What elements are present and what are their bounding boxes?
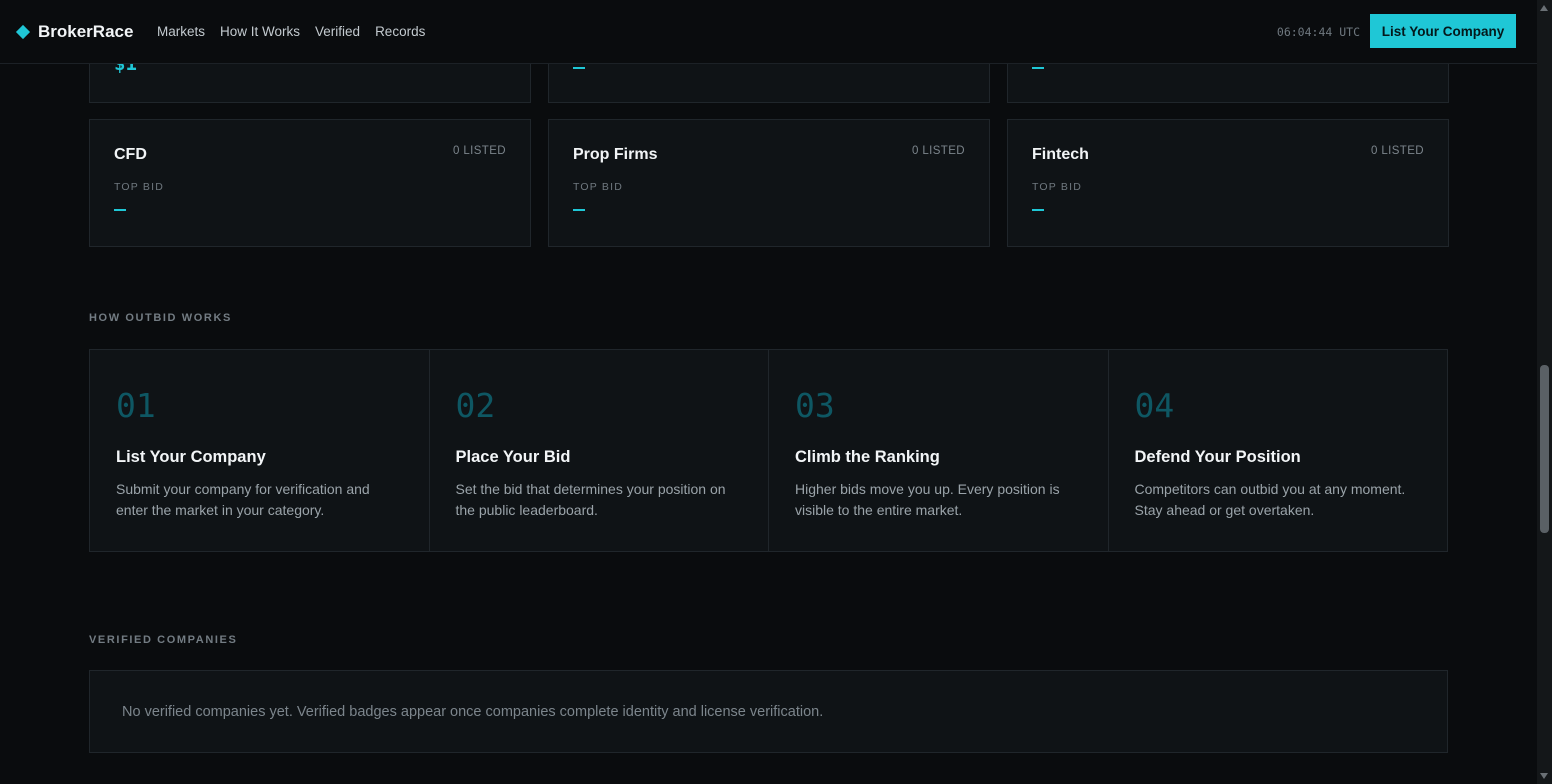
verified-companies-heading: VERIFIED COMPANIES (89, 634, 238, 646)
list-your-company-button[interactable]: List Your Company (1370, 14, 1516, 48)
vertical-scrollbar[interactable] (1537, 0, 1552, 784)
listed-count: 0 LISTED (911, 145, 965, 157)
step-title: Defend Your Position (1134, 448, 1301, 466)
step-description: Higher bids move you up. Every position … (795, 481, 1060, 518)
brand-name: BrokerRace (38, 22, 134, 41)
step-description: Set the bid that determines your positio… (455, 481, 726, 518)
top-bid-label: TOP BID (1032, 181, 1083, 193)
top-bid-label: TOP BID (573, 181, 624, 193)
step-card: 02 Place Your Bid Set the bid that deter… (430, 350, 769, 551)
step-description: Competitors can outbid you at any moment… (1134, 481, 1406, 518)
market-name: CFD (114, 146, 147, 163)
market-card-prop-firms[interactable]: Prop Firms 0 LISTED TOP BID (548, 119, 990, 247)
top-bid-empty-dash (1032, 209, 1044, 211)
market-card-fintech[interactable]: Fintech 0 LISTED TOP BID (1007, 119, 1449, 247)
nav-link-markets[interactable]: Markets (157, 24, 205, 39)
diamond-icon (15, 24, 31, 40)
utc-clock: 06:04:44 UTC (1276, 25, 1360, 39)
top-bid-empty-dash (114, 209, 126, 211)
top-navbar: BrokerRace Markets How It Works Verified… (0, 0, 1537, 64)
top-bid-empty-dash (573, 67, 585, 69)
top-bid-label: TOP BID (114, 181, 165, 193)
listed-count: 0 LISTED (452, 145, 506, 157)
market-cards-row: CFD 0 LISTED TOP BID Prop Firms 0 LISTED… (89, 119, 1449, 247)
nav-link-records[interactable]: Records (375, 24, 425, 39)
nav-link-verified[interactable]: Verified (315, 24, 360, 39)
how-it-works-heading: HOW OUTBID WORKS (89, 312, 232, 324)
step-card: 03 Climb the Ranking Higher bids move yo… (769, 350, 1109, 551)
step-number: 01 (116, 386, 156, 425)
top-bid-empty-dash (573, 209, 585, 211)
brand-logo[interactable]: BrokerRace (15, 22, 134, 42)
scrollbar-thumb[interactable] (1540, 365, 1549, 533)
listed-count: 0 LISTED (1370, 145, 1424, 157)
main-nav: Markets How It Works Verified Records (157, 24, 425, 39)
market-name: Prop Firms (573, 146, 658, 163)
market-name: Fintech (1032, 146, 1089, 163)
step-number: 02 (455, 386, 496, 425)
step-title: List Your Company (116, 448, 266, 466)
verified-companies-panel: No verified companies yet. Verified badg… (89, 670, 1448, 753)
step-number: 04 (1134, 386, 1175, 425)
nav-link-how-it-works[interactable]: How It Works (220, 24, 300, 39)
scroll-up-arrow-icon[interactable] (1540, 5, 1548, 11)
step-card: 01 List Your Company Submit your company… (90, 350, 430, 551)
verified-empty-message: No verified companies yet. Verified badg… (122, 704, 824, 720)
top-bid-empty-dash (1032, 67, 1044, 69)
how-it-works-steps: 01 List Your Company Submit your company… (89, 349, 1448, 552)
scroll-down-arrow-icon[interactable] (1540, 773, 1548, 779)
step-card: 04 Defend Your Position Competitors can … (1109, 350, 1448, 551)
step-number: 03 (795, 386, 835, 425)
step-description: Submit your company for verification and… (116, 481, 370, 518)
step-title: Place Your Bid (455, 448, 571, 466)
step-title: Climb the Ranking (795, 448, 940, 466)
page: $1 CFD 0 LISTED TOP BID Prop Firms 0 LIS… (0, 0, 1552, 784)
market-card-cfd[interactable]: CFD 0 LISTED TOP BID (89, 119, 531, 247)
